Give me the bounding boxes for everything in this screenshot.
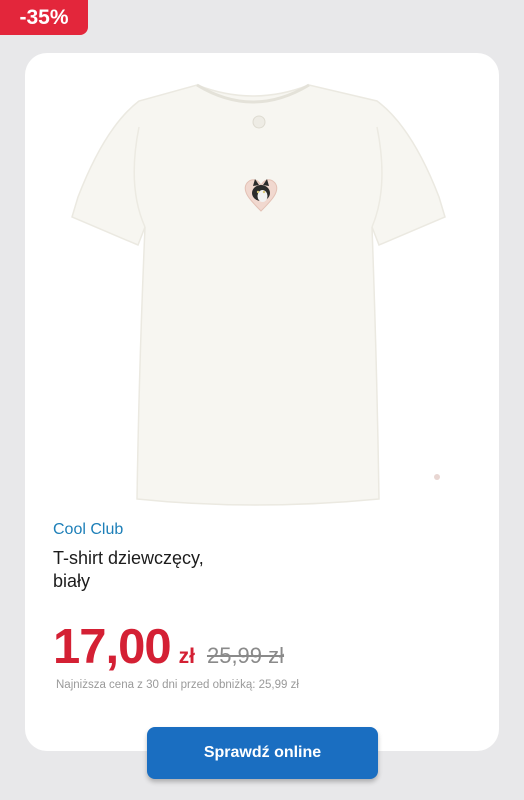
brand-name[interactable]: Cool Club bbox=[53, 521, 123, 539]
product-title[interactable]: T-shirt dziewczęcy, biały bbox=[53, 547, 313, 593]
lowest-price-note: Najniższa cena z 30 dni przed obniżką: 2… bbox=[56, 679, 299, 691]
product-promo-screen: -35% Cool Club T-shirt dziewczęcy, biały… bbox=[0, 0, 524, 800]
product-title-line1: T-shirt dziewczęcy, bbox=[53, 548, 204, 568]
old-price: 25,99 zł bbox=[206, 643, 285, 668]
currency-label: zł bbox=[178, 645, 195, 668]
discount-badge: -35% bbox=[0, 0, 88, 35]
current-price: 17,00 bbox=[53, 620, 172, 674]
product-card[interactable]: Cool Club T-shirt dziewczęcy, biały 17,0… bbox=[25, 53, 499, 751]
price-row: 17,00 zł 25,99 zł bbox=[53, 619, 284, 675]
check-online-button[interactable]: Sprawdź online bbox=[147, 727, 378, 779]
product-title-line2: biały bbox=[53, 571, 91, 591]
product-image bbox=[71, 83, 446, 506]
